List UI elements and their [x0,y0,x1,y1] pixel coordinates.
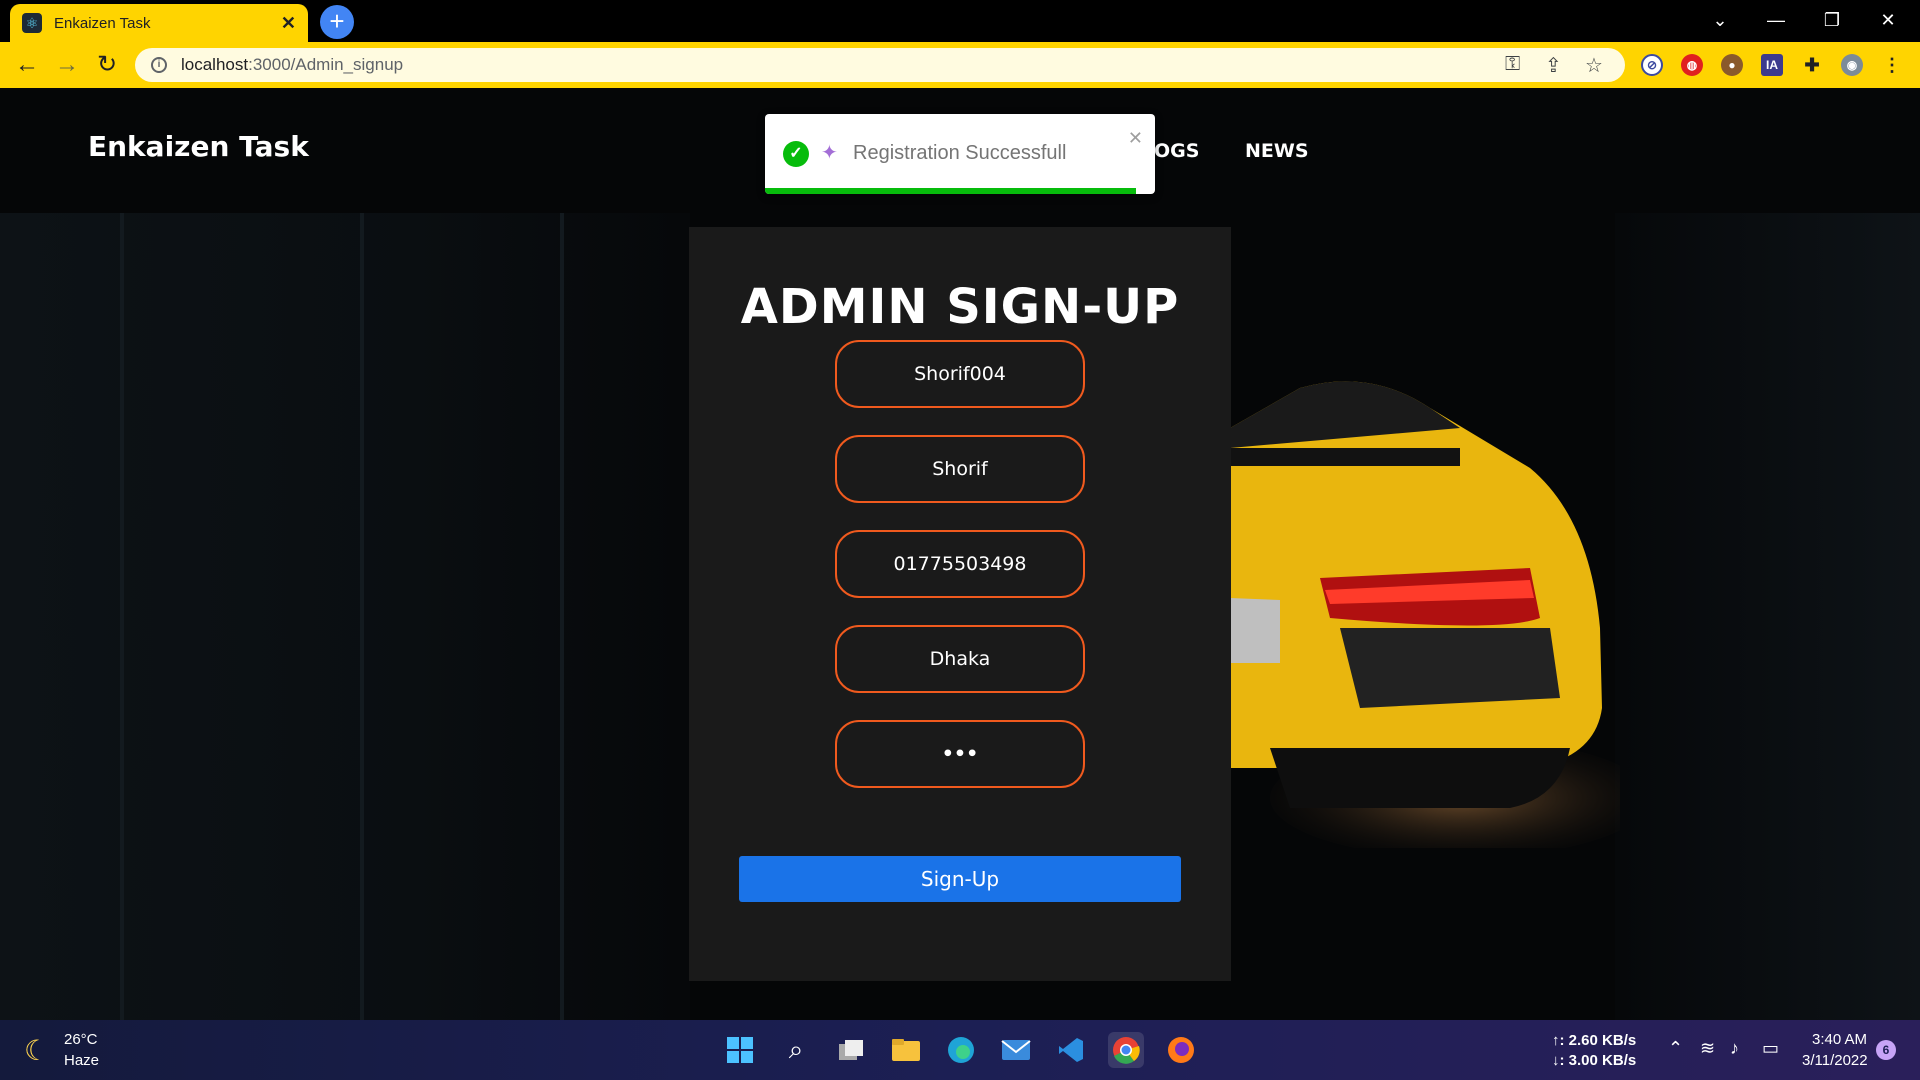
toast-progress-bar [765,188,1136,194]
task-view-icon[interactable] [833,1032,869,1068]
toast-message: Registration Successfull [853,142,1067,164]
admin-signup-card: ADMIN SIGN-UP Sign-Up [689,227,1231,981]
site-info-icon[interactable]: i [151,57,167,73]
tab-title: Enkaizen Task [54,14,151,32]
volume-icon[interactable]: ♪ [1730,1038,1739,1059]
chrome-taskbar-icon[interactable] [1108,1032,1144,1068]
yellow-car-image [1230,381,1620,848]
share-icon[interactable]: ⇪ [1545,53,1562,78]
ia-extension-icon[interactable]: IA [1761,54,1783,76]
reload-icon[interactable]: ↻ [92,50,122,80]
search-icon[interactable]: ⌕ [778,1032,814,1068]
username-field[interactable] [835,340,1085,408]
chrome-menu-icon[interactable]: ⋮ [1881,54,1903,76]
battery-icon[interactable]: ▭ [1762,1038,1779,1059]
new-tab-button[interactable]: + [320,5,354,39]
browser-titlebar: ⚛ Enkaizen Task ✕ + ⌄ — ❐ ✕ [0,0,1920,42]
browser-tab[interactable]: ⚛ Enkaizen Task ✕ [10,4,308,42]
mail-icon[interactable] [998,1032,1034,1068]
address-bar[interactable]: i localhost:3000/Admin_signup ⚿ ⇪ ☆ [135,48,1625,82]
toast-close-icon[interactable]: ✕ [1128,128,1143,149]
download-speed: ↓: 3.00 KB/s [1552,1052,1637,1069]
weather-condition: Haze [64,1052,100,1069]
web-page: Enkaizen Task OGS NEWS ADMIN SIGN-UP Sig… [0,88,1920,1020]
notification-badge[interactable]: 6 [1876,1040,1896,1060]
url-host: localhost [181,55,249,74]
success-check-icon: ✓ [783,141,809,167]
vscode-icon[interactable] [1053,1032,1089,1068]
unicorn-icon: ✦ [821,142,838,164]
bookmark-star-icon[interactable]: ☆ [1585,53,1603,78]
address-field[interactable] [835,625,1085,693]
key-icon[interactable]: ⚿ [1505,53,1520,76]
upload-speed: ↑: 2.60 KB/s [1552,1032,1637,1049]
nav-link-blogs[interactable]: OGS [1154,140,1199,162]
clock-time[interactable]: 3:40 AM [1812,1031,1867,1048]
phone-field[interactable] [835,530,1085,598]
profile-avatar[interactable]: ◉ [1841,54,1863,76]
success-toast[interactable]: ✓ ✦ Registration Successfull ✕ [765,114,1155,194]
url-path: :3000/Admin_signup [248,55,404,74]
tray-chevron-icon[interactable]: ⌃ [1668,1038,1683,1059]
password-field[interactable] [835,720,1085,788]
back-icon[interactable]: ← [12,50,42,80]
clock-date[interactable]: 3/11/2022 [1802,1052,1868,1069]
edge-browser-icon[interactable] [943,1032,979,1068]
cookie-extension-icon[interactable]: ● [1721,54,1743,76]
tab-close-icon[interactable]: ✕ [281,13,296,34]
tab-search-icon[interactable]: ⌄ [1692,0,1748,42]
extensions-puzzle-icon[interactable]: ✚ [1801,54,1823,76]
start-windows-icon[interactable] [722,1032,758,1068]
temperature: 26°C [64,1031,98,1048]
wifi-icon[interactable]: ≋ [1700,1038,1715,1059]
moon-weather-icon[interactable]: ☾ [24,1034,49,1067]
browser-toolbar: ← → ↻ i localhost:3000/Admin_signup ⚿ ⇪ … [0,42,1920,88]
file-explorer-icon[interactable] [888,1032,924,1068]
minimize-button[interactable]: — [1748,0,1804,42]
garage-background [0,213,690,1020]
name-field[interactable] [835,435,1085,503]
forward-icon[interactable]: → [52,50,82,80]
adblock-extension-icon[interactable]: ◍ [1681,54,1703,76]
garage-background-right [1615,213,1920,1020]
close-window-button[interactable]: ✕ [1860,0,1916,42]
page-title: ADMIN SIGN-UP [740,279,1180,335]
block-extension-icon[interactable]: ⊘ [1641,54,1663,76]
sign-up-button[interactable]: Sign-Up [739,856,1181,902]
firefox-icon[interactable] [1163,1032,1199,1068]
site-logo[interactable]: Enkaizen Task [88,130,309,163]
windows-taskbar: ☾ 26°C Haze ⌕ ↑: 2.60 KB/s ↓: 3.00 KB/s … [0,1020,1920,1080]
nav-link-news[interactable]: NEWS [1245,140,1309,162]
restore-button[interactable]: ❐ [1804,0,1860,42]
react-favicon-icon: ⚛ [22,13,42,33]
